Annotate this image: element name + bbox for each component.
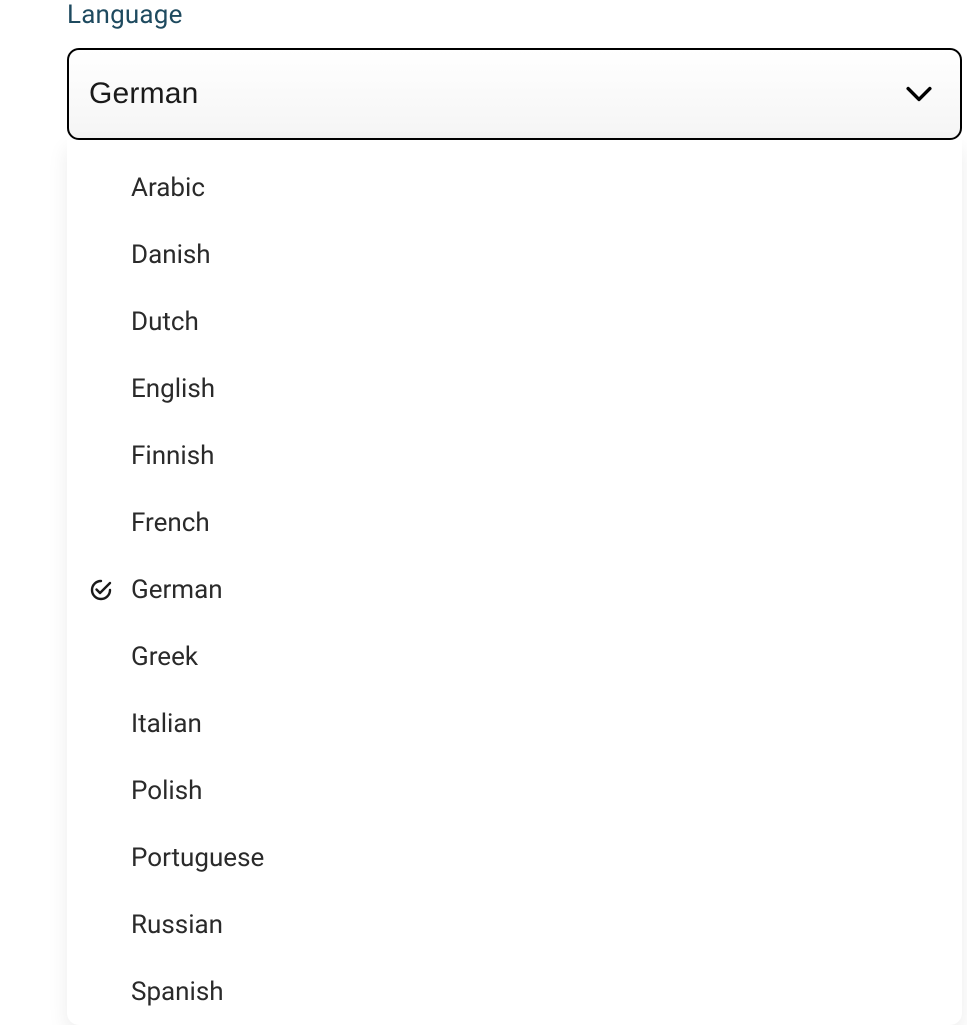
language-option-danish[interactable]: Danish [67, 221, 962, 288]
language-option-label: Greek [131, 642, 962, 672]
language-select-button[interactable]: German [67, 48, 962, 140]
language-option-label: English [131, 374, 962, 404]
language-option-label: Spanish [131, 977, 962, 1007]
language-select-value: German [89, 77, 906, 111]
check-circle-icon [89, 578, 131, 602]
language-option-label: Portuguese [131, 843, 962, 873]
language-option-label: Italian [131, 709, 962, 739]
language-option-german[interactable]: German [67, 556, 962, 623]
language-option-french[interactable]: French [67, 489, 962, 556]
chevron-down-icon [906, 81, 932, 107]
language-option-label: Polish [131, 776, 962, 806]
language-label: Language [67, 0, 967, 30]
language-option-spanish[interactable]: Spanish [67, 958, 962, 1025]
language-option-italian[interactable]: Italian [67, 690, 962, 757]
language-option-english[interactable]: English [67, 355, 962, 422]
language-option-label: German [131, 575, 962, 605]
language-option-label: French [131, 508, 962, 538]
language-option-label: Dutch [131, 307, 962, 337]
language-option-greek[interactable]: Greek [67, 623, 962, 690]
language-option-russian[interactable]: Russian [67, 891, 962, 958]
language-option-polish[interactable]: Polish [67, 757, 962, 824]
language-option-portuguese[interactable]: Portuguese [67, 824, 962, 891]
language-option-label: Russian [131, 910, 962, 940]
language-option-dutch[interactable]: Dutch [67, 288, 962, 355]
language-option-finnish[interactable]: Finnish [67, 422, 962, 489]
language-option-label: Danish [131, 240, 962, 270]
language-dropdown: Arabic Danish Dutch English Finnish Fren [67, 140, 962, 1025]
language-option-label: Finnish [131, 441, 962, 471]
language-option-label: Arabic [131, 173, 962, 203]
language-option-arabic[interactable]: Arabic [67, 154, 962, 221]
language-select: German Arabic Danish Dutch [67, 48, 962, 140]
